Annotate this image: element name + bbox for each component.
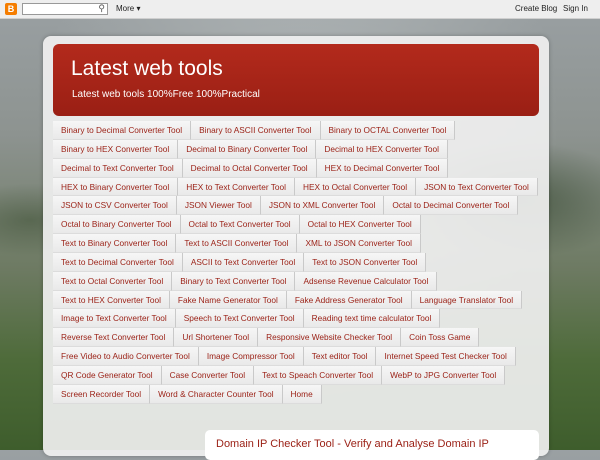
tab-link[interactable]: HEX to Text Converter Tool [178,177,295,197]
tab-link[interactable]: Speech to Text Converter Tool [175,309,304,329]
tab-link[interactable]: HEX to Binary Converter Tool [53,177,179,197]
tab-link[interactable]: Reading text time calculator Tool [303,309,441,329]
tab-link[interactable]: Text to HEX Converter Tool [53,290,170,310]
tab-link[interactable]: QR Code Generator Tool [53,365,162,385]
blog-header: Latest web tools Latest web tools 100%Fr… [53,44,539,116]
tab-link[interactable]: Fake Address Generator Tool [286,290,412,310]
tab-link[interactable]: Free Video to Audio Converter Tool [53,347,199,366]
tab-link[interactable]: Binary to ASCII Converter Tool [191,121,321,140]
tab-link[interactable]: Image Compressor Tool [198,347,304,366]
tab-link[interactable]: Case Converter Tool [161,365,255,385]
tab-link[interactable]: Home [282,384,322,404]
tab-link[interactable]: Text to Octal Converter Tool [53,271,173,291]
tab-link[interactable]: Decimal to Octal Converter Tool [182,158,317,178]
tab-link[interactable]: Url Shortener Tool [174,328,259,348]
tab-link[interactable]: Decimal to Binary Converter Tool [178,139,317,159]
blogger-navbar: B ⚲ More ▾ Create Blog Sign In [0,0,600,19]
more-menu[interactable]: More ▾ [116,4,140,13]
post-title[interactable]: Domain IP Checker Tool - Verify and Anal… [216,438,489,450]
tab-link[interactable]: Binary to HEX Converter Tool [53,139,179,159]
tab-link[interactable]: JSON Viewer Tool [176,196,261,216]
blogger-logo-icon[interactable]: B [5,3,17,15]
tab-link[interactable]: Word & Character Counter Tool [150,384,283,404]
blog-title[interactable]: Latest web tools [71,57,223,81]
tab-link[interactable]: Binary to OCTAL Converter Tool [320,121,456,140]
tab-link[interactable]: JSON to CSV Converter Tool [53,196,177,216]
tab-link[interactable]: ASCII to Text Converter Tool [182,252,305,272]
tab-link[interactable]: Language Translator Tool [411,290,523,310]
tab-link[interactable]: Decimal to HEX Converter Tool [316,139,449,159]
tab-link[interactable]: HEX to Decimal Converter Tool [316,158,449,178]
search-input[interactable]: ⚲ [22,3,108,15]
tab-link[interactable]: Text to Decimal Converter Tool [53,252,183,272]
create-blog-link[interactable]: Create Blog [515,4,557,13]
tab-link[interactable]: Responsive Website Checker Tool [258,328,402,348]
tab-link[interactable]: JSON to XML Converter Tool [260,196,385,216]
tab-link[interactable]: WebP to JPG Converter Tool [382,365,506,385]
tab-link[interactable]: JSON to Text Converter Tool [416,177,538,197]
tab-link[interactable]: Octal to HEX Converter Tool [299,215,421,235]
tab-link[interactable]: Text editor Tool [303,347,377,366]
tab-link[interactable]: Octal to Text Converter Tool [180,215,300,235]
tab-link[interactable]: Internet Speed Test Checker Tool [376,347,516,366]
tab-link[interactable]: Text to ASCII Converter Tool [176,234,298,253]
post-card: Domain IP Checker Tool - Verify and Anal… [205,430,539,460]
tab-link[interactable]: Text to JSON Converter Tool [304,252,427,272]
tab-link[interactable]: HEX to Octal Converter Tool [294,177,417,197]
tab-link[interactable]: Text to Binary Converter Tool [53,234,177,253]
tab-link[interactable]: Fake Name Generator Tool [169,290,287,310]
pages-tab-bar: Binary to Decimal Converter Tool Binary t… [53,121,539,404]
tab-link[interactable]: Binary to Text Converter Tool [172,271,296,291]
tab-link[interactable]: Image to Text Converter Tool [53,309,176,329]
tab-link[interactable]: XML to JSON Converter Tool [297,234,421,253]
blog-description: Latest web tools 100%Free 100%Practical [72,89,260,100]
tab-link[interactable]: Adsense Revenue Calculator Tool [295,271,438,291]
tab-link[interactable]: Text to Speach Converter Tool [254,365,383,385]
tab-link[interactable]: Binary to Decimal Converter Tool [53,121,192,140]
tab-link[interactable]: Coin Toss Game [401,328,480,348]
tab-link[interactable]: Reverse Text Converter Tool [53,328,175,348]
tab-link[interactable]: Octal to Binary Converter Tool [53,215,181,235]
sign-in-link[interactable]: Sign In [563,4,588,13]
search-icon[interactable]: ⚲ [98,3,105,14]
tab-link[interactable]: Decimal to Text Converter Tool [53,158,183,178]
tab-link[interactable]: Screen Recorder Tool [53,384,151,404]
tab-link[interactable]: Octal to Decimal Converter Tool [384,196,519,216]
